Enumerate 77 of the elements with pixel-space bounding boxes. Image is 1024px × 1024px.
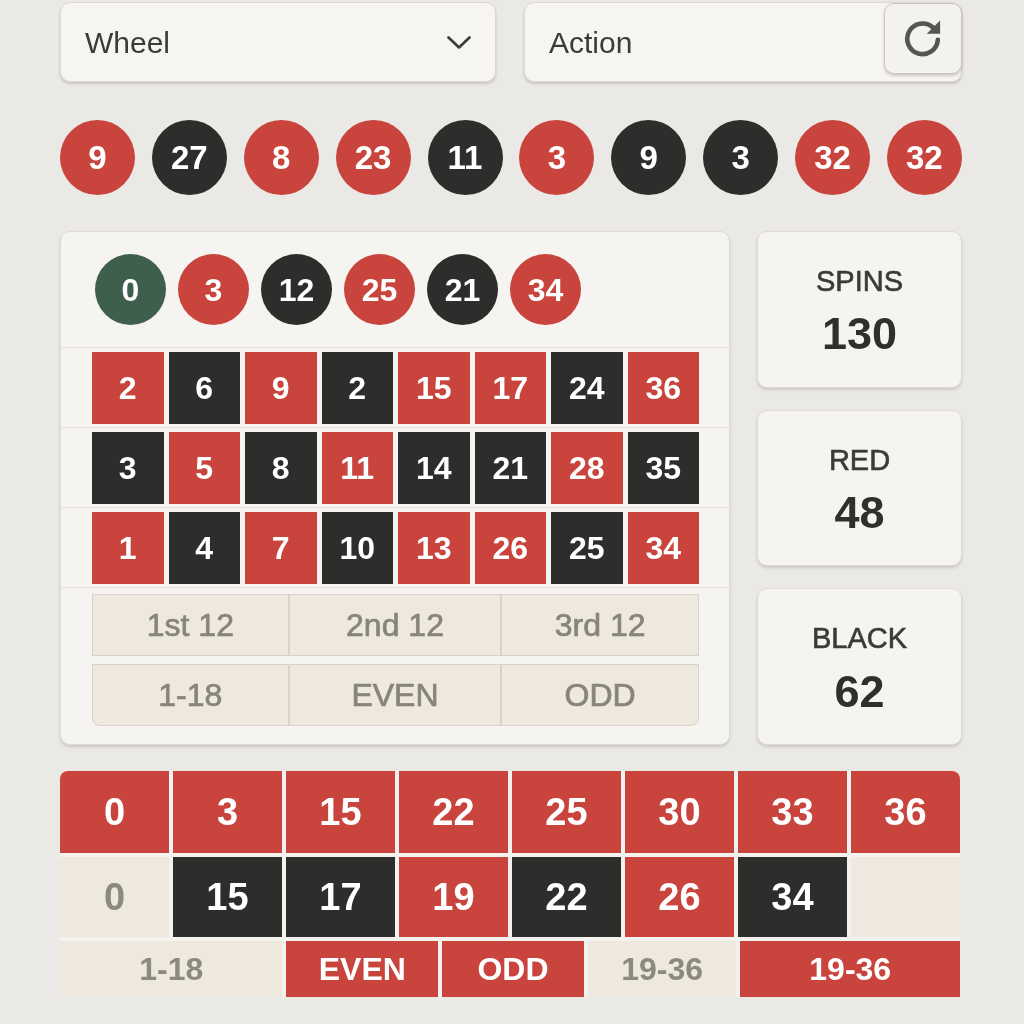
stat-value: 48 <box>834 488 885 538</box>
number-cell: 6 <box>168 352 240 424</box>
number-cell: 33 <box>738 771 847 853</box>
outside-bet-cell: 1-18 <box>92 664 289 726</box>
number-cell: 24 <box>551 352 623 424</box>
number-cell: 14 <box>398 432 470 504</box>
number-cell: 0 <box>60 857 169 937</box>
number-chip: 11 <box>427 120 503 195</box>
number-cell: 36 <box>627 352 699 424</box>
number-cell: 7 <box>245 512 317 584</box>
number-chip: 32 <box>886 120 962 195</box>
number-cell: 0 <box>60 771 169 853</box>
number-cell: 26 <box>474 512 546 584</box>
number-cell: 34 <box>627 512 699 584</box>
number-cell: 9 <box>245 352 317 424</box>
number-cell: 5 <box>168 432 240 504</box>
number-cell: 17 <box>286 857 395 937</box>
number-chip: 21 <box>427 254 498 325</box>
number-cell: 25 <box>512 771 621 853</box>
bet-cell: 1-18 <box>60 941 283 997</box>
number-cell: 8 <box>245 432 317 504</box>
stat-value: 130 <box>821 309 898 359</box>
number-cell: 21 <box>474 432 546 504</box>
number-cell: 15 <box>173 857 282 937</box>
number-cell: 28 <box>551 432 623 504</box>
number-cell: 3 <box>92 432 164 504</box>
dozen-bet-cell: 2nd 12 <box>288 594 502 656</box>
number-chip: 3 <box>519 120 595 195</box>
bet-cell: ODD <box>442 941 584 997</box>
dozen-bet-cell: 1st 12 <box>92 594 289 656</box>
number-cell: 26 <box>625 857 734 937</box>
bet-cell: 19-36 <box>587 941 737 997</box>
stat-label: BLACK <box>811 621 908 657</box>
number-chip: 0 <box>95 254 166 325</box>
bet-cell: EVEN <box>286 941 439 997</box>
stat-label: RED <box>828 442 891 478</box>
number-chip: 8 <box>243 120 319 195</box>
refresh-icon <box>904 19 942 57</box>
bet-cell: 19-36 <box>740 941 960 997</box>
number-chip: 27 <box>151 120 227 195</box>
number-chip: 25 <box>344 254 415 325</box>
number-chip: 12 <box>261 254 332 325</box>
stat-value: 62 <box>834 666 885 717</box>
number-chip: 32 <box>795 120 870 195</box>
number-chip: 3 <box>178 254 249 325</box>
number-cell: 3 <box>173 771 282 853</box>
number-chip: 23 <box>335 120 411 195</box>
number-cell: 13 <box>398 512 470 584</box>
number-cell: 4 <box>168 512 240 584</box>
number-chip: 9 <box>611 120 687 195</box>
number-cell: 11 <box>321 432 393 504</box>
number-cell: 36 <box>851 771 960 853</box>
refresh-button[interactable] <box>884 2 962 74</box>
number-cell: 19 <box>399 857 508 937</box>
number-cell: 10 <box>321 512 393 584</box>
number-cell: 2 <box>321 352 393 424</box>
number-cell: 15 <box>286 771 395 853</box>
number-chip: 9 <box>60 120 135 195</box>
number-cell: 1 <box>92 512 164 584</box>
chevron-down-icon <box>447 35 471 49</box>
number-cell: 22 <box>512 857 621 937</box>
action-field[interactable]: Action <box>524 2 962 82</box>
number-cell: 30 <box>625 771 734 853</box>
number-chip: 3 <box>703 120 779 195</box>
number-chip: 34 <box>510 254 581 325</box>
number-cell: 22 <box>399 771 508 853</box>
number-cell: 17 <box>474 352 546 424</box>
outside-bet-cell: EVEN <box>288 664 502 726</box>
number-cell: 34 <box>738 857 847 937</box>
number-cell: 25 <box>551 512 623 584</box>
outside-bet-cell: ODD <box>501 664 699 726</box>
stat-label: SPINS <box>816 263 903 299</box>
number-cell: 15 <box>398 352 470 424</box>
number-cell: 2 <box>92 352 164 424</box>
dozen-bet-cell: 3rd 12 <box>501 594 699 656</box>
number-cell: 35 <box>627 432 699 504</box>
wheel-dropdown[interactable]: Wheel <box>60 2 496 82</box>
